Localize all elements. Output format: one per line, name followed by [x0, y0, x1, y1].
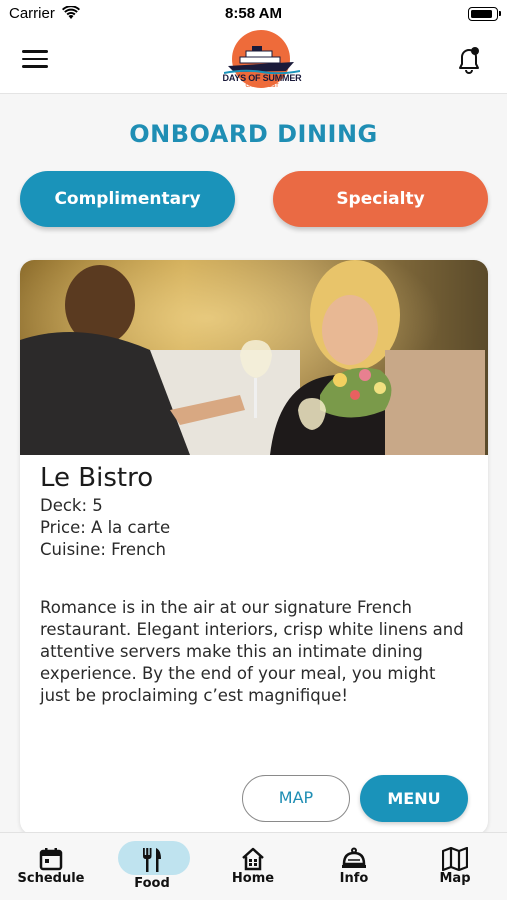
calendar-icon — [39, 848, 63, 871]
status-time: 8:58 AM — [225, 5, 282, 22]
tab-label: Food — [134, 876, 170, 891]
restaurant-description: Romance is in the air at our signature F… — [40, 598, 464, 705]
restaurant-photo — [20, 260, 488, 455]
tab-label: Map — [439, 871, 471, 886]
restaurant-price: Price: A la carte — [40, 518, 171, 537]
bell-icon[interactable] — [455, 45, 483, 75]
restaurant-card: Le Bistro Deck: 5 Price: A la carte Cuis… — [20, 260, 488, 835]
home-icon — [242, 847, 264, 871]
battery-icon — [468, 7, 501, 21]
page-title: ONBOARD DINING — [129, 120, 378, 148]
map-icon — [442, 847, 468, 871]
complimentary-button[interactable]: Complimentary — [20, 171, 235, 227]
status-bar: Carrier 8:58 AM — [0, 0, 507, 28]
app-logo[interactable]: DAYS OF SUMMER CRUISE FEST — [222, 30, 302, 92]
tab-label: Home — [231, 871, 275, 886]
restaurant-deck: Deck: 5 — [40, 496, 103, 515]
tab-home[interactable]: Home — [203, 833, 303, 900]
logo-subtext: CRUISE FEST — [245, 83, 279, 89]
cloche-icon — [342, 847, 366, 868]
menu-button[interactable]: MENU — [360, 775, 468, 822]
battery-level — [471, 10, 492, 18]
hamburger-icon[interactable] — [22, 50, 48, 72]
restaurant-cuisine: Cuisine: French — [40, 540, 167, 559]
tab-map[interactable]: Map — [405, 833, 505, 900]
tab-info[interactable]: Info — [304, 833, 404, 900]
tab-food[interactable]: Food — [102, 833, 202, 900]
logo-text: DAYS OF SUMMER — [222, 73, 302, 83]
map-button[interactable]: MAP — [242, 775, 350, 822]
tab-label: Info — [339, 871, 369, 886]
tab-bar: Schedule Food Home Info Map — [0, 832, 507, 900]
ship-icon — [224, 46, 300, 74]
tab-schedule[interactable]: Schedule — [1, 833, 101, 900]
specialty-button[interactable]: Specialty — [273, 171, 488, 227]
restaurant-name: Le Bistro — [40, 463, 154, 493]
app-header: DAYS OF SUMMER CRUISE FEST — [0, 28, 507, 94]
tab-label: Schedule — [17, 871, 85, 886]
fork-knife-icon — [143, 848, 161, 872]
